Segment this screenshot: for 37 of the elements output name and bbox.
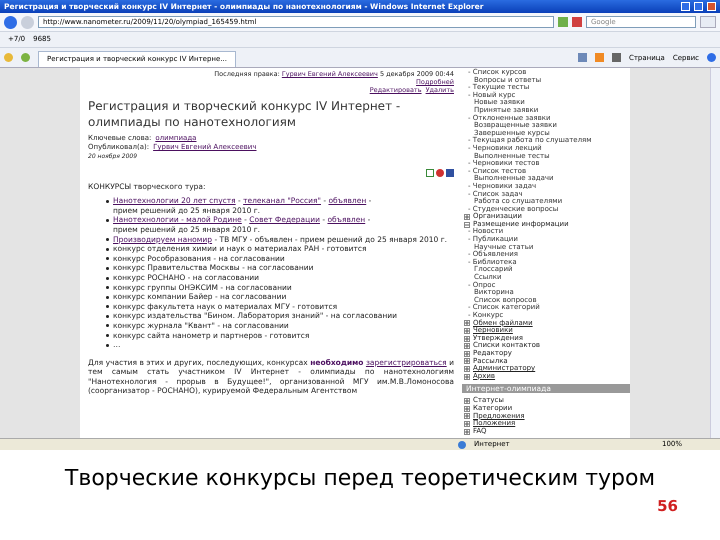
- expand-icon[interactable]: [464, 413, 470, 420]
- bullet-icon: [106, 305, 109, 308]
- bullet-icon: [106, 334, 109, 338]
- bullet-icon: [106, 296, 109, 299]
- expand-icon[interactable]: [464, 214, 470, 220]
- bullet-icon: [106, 248, 109, 251]
- slide-caption: Творческие конкурсы перед теоретическим туром: [64, 465, 656, 493]
- expand-icon[interactable]: [464, 320, 470, 326]
- bullet-icon: [106, 257, 109, 260]
- expand-icon[interactable]: [464, 358, 470, 364]
- expand-icon[interactable]: [464, 328, 470, 334]
- bullet-icon: [106, 344, 109, 347]
- bullet-icon: [106, 314, 109, 318]
- slide-number: 56: [657, 496, 678, 517]
- bullet-icon: [106, 238, 109, 242]
- expand-icon[interactable]: [464, 406, 470, 412]
- expand-icon[interactable]: [464, 428, 470, 435]
- article-title: Регистрация и творческий конкурс IV Интернет - олимпиады по нанотехнологиям: [88, 98, 402, 130]
- expand-icon[interactable]: [464, 366, 470, 372]
- expand-icon[interactable]: [464, 374, 470, 380]
- expand-icon[interactable]: [464, 343, 470, 350]
- close-button[interactable]: [707, 2, 716, 11]
- expand-icon[interactable]: [464, 420, 470, 427]
- scrollbar[interactable]: [710, 68, 720, 438]
- bullet-icon: [106, 266, 109, 270]
- bullet-icon: [106, 276, 109, 280]
- bullet-icon: [106, 218, 109, 222]
- collapse-icon[interactable]: [464, 222, 470, 228]
- expand-icon[interactable]: [464, 398, 470, 404]
- back-button[interactable]: [4, 16, 17, 28]
- bullet-icon: [106, 324, 109, 328]
- maximize-button[interactable]: [694, 2, 703, 11]
- expand-icon[interactable]: [464, 350, 470, 357]
- minimize-button[interactable]: [681, 2, 690, 11]
- bullet-icon: [106, 200, 109, 203]
- bullet-icon: [106, 286, 109, 290]
- expand-icon[interactable]: [464, 336, 470, 342]
